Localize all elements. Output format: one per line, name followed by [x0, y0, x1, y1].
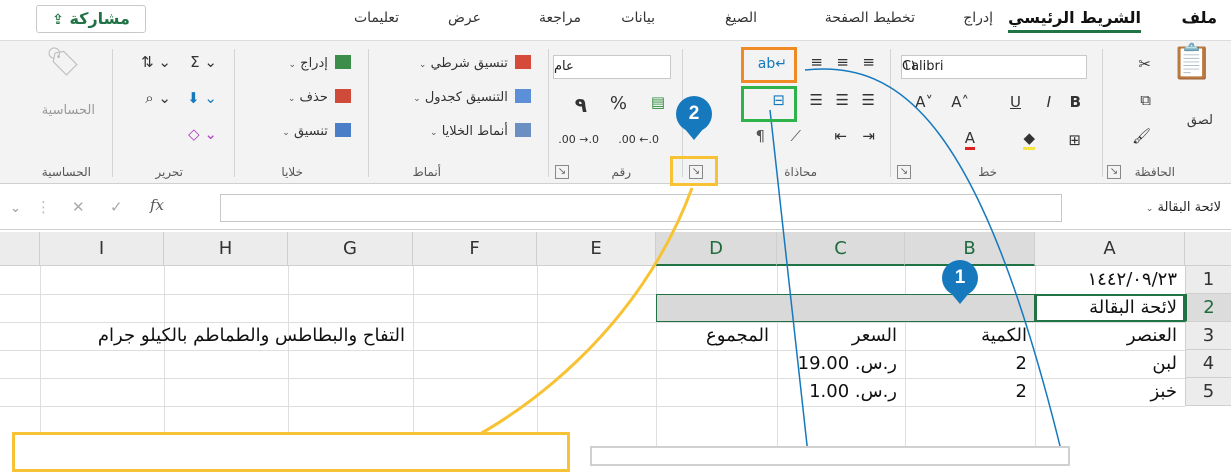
alignment-launcher-highlight	[670, 156, 718, 186]
callout-pointer	[950, 292, 970, 304]
blue-callout-box	[590, 446, 1070, 466]
blue-callout-line	[804, 68, 1063, 454]
callout-badge-2: 2	[676, 96, 712, 132]
yellow-callout-line	[439, 187, 694, 454]
yellow-callout-box	[12, 432, 570, 472]
callout-pointer	[684, 128, 704, 140]
blue-callout-line	[769, 109, 809, 454]
merge-center-highlight	[741, 86, 797, 122]
wrap-text-highlight	[741, 47, 797, 83]
callout-badge-1: 1	[942, 260, 978, 296]
callout-lines	[439, 68, 1063, 454]
